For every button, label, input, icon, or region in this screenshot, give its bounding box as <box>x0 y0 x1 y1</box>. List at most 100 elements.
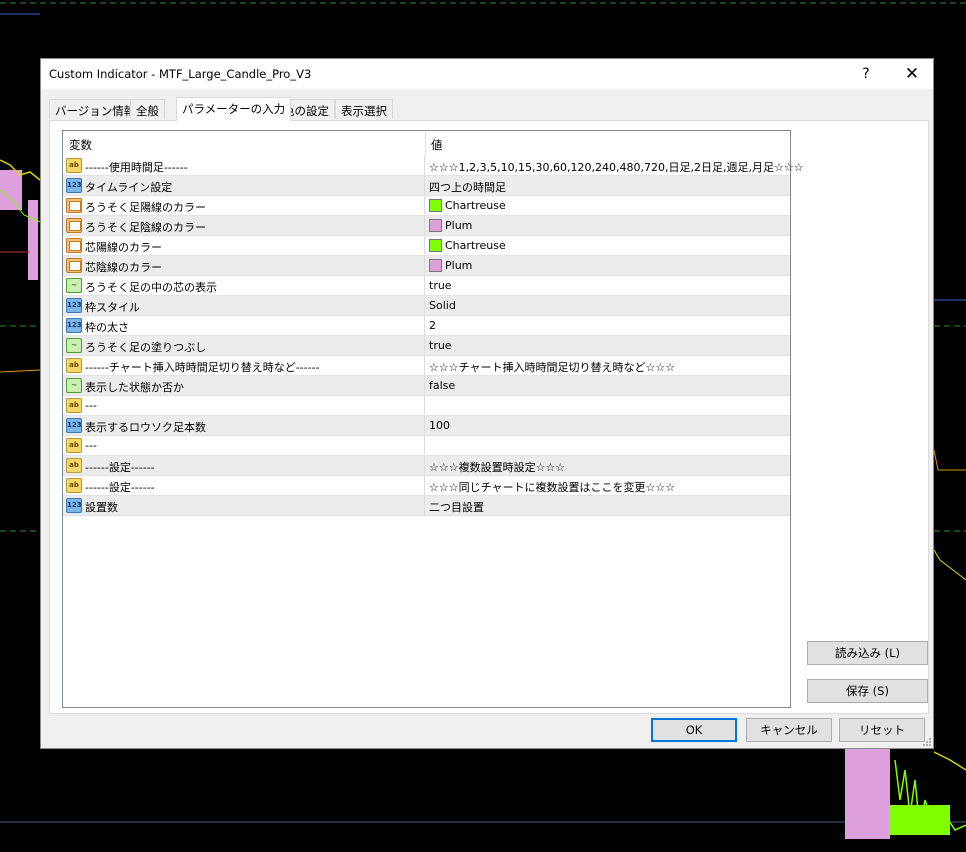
parameter-name-cell[interactable]: ab ------設定------ <box>63 476 425 495</box>
parameter-value-cell[interactable]: 100 <box>426 416 790 435</box>
parameter-row[interactable]: 123 枠スタイル Solid <box>63 296 790 316</box>
parameter-value: Chartreuse <box>445 199 506 212</box>
color-type-icon <box>66 238 82 253</box>
parameter-row[interactable]: 123 タイムライン設定 四つ上の時間足 <box>63 176 790 196</box>
parameter-value-cell[interactable]: ☆☆☆1,2,3,5,10,15,30,60,120,240,480,720,日… <box>426 156 804 175</box>
load-button[interactable]: 読み込み (L) <box>807 641 928 665</box>
parameter-row[interactable]: ~ 表示した状態か否か false <box>63 376 790 396</box>
parameter-name: タイムライン設定 <box>85 181 173 194</box>
parameter-value: true <box>429 339 452 352</box>
parameter-row[interactable]: ~ ろうそく足の中の芯の表示 true <box>63 276 790 296</box>
parameter-value-cell[interactable]: Chartreuse <box>426 196 790 215</box>
help-button[interactable]: ? <box>853 64 879 84</box>
parameter-value-cell[interactable]: ☆☆☆複数設置時設定☆☆☆ <box>426 456 790 475</box>
parameter-row[interactable]: 123 枠の太さ 2 <box>63 316 790 336</box>
parameter-value-cell[interactable]: false <box>426 376 790 395</box>
reset-button[interactable]: リセット <box>839 718 925 742</box>
parameter-row[interactable]: ab --- <box>63 436 790 456</box>
parameter-row[interactable]: ろうそく足陰線のカラー Plum <box>63 216 790 236</box>
parameter-row[interactable]: 芯陽線のカラー Chartreuse <box>63 236 790 256</box>
number-type-icon: 123 <box>66 318 82 333</box>
parameter-row[interactable]: ろうそく足陽線のカラー Chartreuse <box>63 196 790 216</box>
parameter-row[interactable]: ab --- <box>63 396 790 416</box>
color-swatch <box>429 199 442 212</box>
parameter-value-cell[interactable]: 二つ目設置 <box>426 496 790 515</box>
number-type-icon: 123 <box>66 178 82 193</box>
resize-grip-icon[interactable] <box>922 737 932 747</box>
tab-display-select[interactable]: 表示選択 <box>335 99 393 119</box>
parameters-panel: 変数 値 ab ------使用時間足------ ☆☆☆1,2,3,5,10,15… <box>49 120 929 714</box>
title-bar[interactable]: Custom Indicator - MTF_Large_Candle_Pro_… <box>41 59 933 89</box>
parameter-value-cell[interactable]: true <box>426 336 790 355</box>
parameter-name: 枠の太さ <box>85 321 129 334</box>
parameter-value-cell[interactable]: 四つ上の時間足 <box>426 176 790 195</box>
parameters-grid[interactable]: 変数 値 ab ------使用時間足------ ☆☆☆1,2,3,5,10,15… <box>62 130 804 708</box>
parameter-name-cell[interactable]: ab --- <box>63 436 425 455</box>
parameter-name-cell[interactable]: ab ------チャート挿入時時間足切り替え時など------ <box>63 356 425 375</box>
parameter-name-cell[interactable]: 123 枠スタイル <box>63 296 425 315</box>
parameter-name-cell[interactable]: 123 枠の太さ <box>63 316 425 335</box>
parameter-name-cell[interactable]: 芯陰線のカラー <box>63 256 425 275</box>
parameter-value: false <box>429 379 456 392</box>
tab-parameters[interactable]: パラメーターの入力 <box>176 97 292 121</box>
parameter-value: 100 <box>429 419 450 432</box>
ok-button[interactable]: OK <box>651 718 737 742</box>
parameter-row[interactable]: ~ ろうそく足の塗りつぶし true <box>63 336 790 356</box>
column-header-variable[interactable]: 変数 <box>69 137 92 153</box>
parameter-value: ☆☆☆チャート挿入時時間足切り替え時など☆☆☆ <box>429 361 676 374</box>
parameter-name-cell[interactable]: ~ ろうそく足の塗りつぶし <box>63 336 425 355</box>
parameter-name: ------チャート挿入時時間足切り替え時など------ <box>85 361 320 374</box>
boolean-type-icon: ~ <box>66 378 82 393</box>
tab-general[interactable]: 全般 <box>130 99 165 119</box>
parameter-value-cell[interactable] <box>426 396 790 415</box>
string-type-icon: ab <box>66 358 82 373</box>
parameter-name-cell[interactable]: ~ ろうそく足の中の芯の表示 <box>63 276 425 295</box>
save-button[interactable]: 保存 (S) <box>807 679 928 703</box>
cancel-button[interactable]: キャンセル <box>746 718 832 742</box>
parameter-value-cell[interactable]: 2 <box>426 316 790 335</box>
grid-header: 変数 値 <box>63 131 790 156</box>
column-header-value[interactable]: 値 <box>431 137 443 153</box>
parameter-value-cell[interactable]: ☆☆☆同じチャートに複数設置はここを変更☆☆☆ <box>426 476 790 495</box>
parameter-name-cell[interactable]: 123 設置数 <box>63 496 425 515</box>
parameter-name: --- <box>85 399 97 412</box>
parameter-row[interactable]: 123 表示するロウソク足本数 100 <box>63 416 790 436</box>
parameter-name-cell[interactable]: ab ------設定------ <box>63 456 425 475</box>
parameter-name: 枠スタイル <box>85 301 140 314</box>
tab-version-info[interactable]: バージョン情報 <box>49 99 142 119</box>
parameter-row[interactable]: ab ------設定------ ☆☆☆複数設置時設定☆☆☆ <box>63 456 790 476</box>
parameter-name-cell[interactable]: ろうそく足陰線のカラー <box>63 216 425 235</box>
parameter-name: ろうそく足の塗りつぶし <box>85 341 207 354</box>
parameter-row[interactable]: 芯陰線のカラー Plum <box>63 256 790 276</box>
parameter-value: 二つ目設置 <box>429 501 484 514</box>
parameter-row[interactable]: ab ------使用時間足------ ☆☆☆1,2,3,5,10,15,30,6… <box>63 156 804 176</box>
parameter-name-cell[interactable]: ab --- <box>63 396 425 415</box>
parameter-row[interactable]: 123 設置数 二つ目設置 <box>63 496 790 516</box>
column-divider[interactable] <box>425 131 426 156</box>
parameter-name-cell[interactable]: ~ 表示した状態か否か <box>63 376 425 395</box>
parameter-value-cell[interactable] <box>426 436 790 455</box>
color-swatch <box>429 259 442 272</box>
parameter-value: Plum <box>445 259 473 272</box>
boolean-type-icon: ~ <box>66 338 82 353</box>
close-button[interactable]: ✕ <box>899 64 925 84</box>
parameter-name-cell[interactable]: ab ------使用時間足------ <box>63 156 425 175</box>
parameter-row[interactable]: ab ------チャート挿入時時間足切り替え時など------ ☆☆☆チャート挿入… <box>63 356 790 376</box>
parameter-name-cell[interactable]: 123 タイムライン設定 <box>63 176 425 195</box>
boolean-type-icon: ~ <box>66 278 82 293</box>
parameter-value-cell[interactable]: Solid <box>426 296 790 315</box>
parameter-value: Plum <box>445 219 473 232</box>
parameter-value-cell[interactable]: true <box>426 276 790 295</box>
parameter-value-cell[interactable]: Plum <box>426 256 790 275</box>
parameter-name-cell[interactable]: 123 表示するロウソク足本数 <box>63 416 425 435</box>
parameter-row[interactable]: ab ------設定------ ☆☆☆同じチャートに複数設置はここを変更☆☆☆ <box>63 476 790 496</box>
parameter-name: 芯陰線のカラー <box>85 261 162 274</box>
parameter-name-cell[interactable]: 芯陽線のカラー <box>63 236 425 255</box>
parameter-value-cell[interactable]: Chartreuse <box>426 236 790 255</box>
parameter-value-cell[interactable]: Plum <box>426 216 790 235</box>
parameter-name-cell[interactable]: ろうそく足陽線のカラー <box>63 196 425 215</box>
parameter-value-cell[interactable]: ☆☆☆チャート挿入時時間足切り替え時など☆☆☆ <box>426 356 790 375</box>
string-type-icon: ab <box>66 458 82 473</box>
parameter-value: ☆☆☆複数設置時設定☆☆☆ <box>429 461 566 474</box>
color-swatch <box>429 239 442 252</box>
